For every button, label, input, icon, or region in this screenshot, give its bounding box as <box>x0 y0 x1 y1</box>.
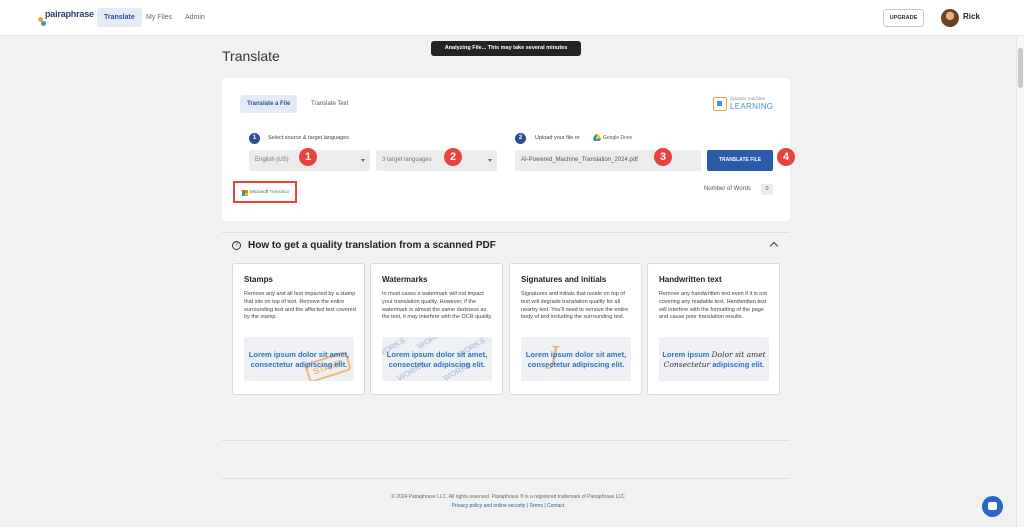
source-language-value: English (US) <box>255 157 289 163</box>
chevron-down-icon <box>361 159 365 162</box>
tip-card-handwritten: Handwritten text Remove any handwritten … <box>647 263 780 395</box>
footer-links[interactable]: Privacy policy and online security | Ter… <box>0 503 1016 509</box>
logo-text: pairaphrase <box>45 9 94 19</box>
tip-title: Watermarks <box>382 275 428 284</box>
upgrade-button[interactable]: UPGRADE <box>883 9 924 27</box>
uploaded-file-field[interactable]: AI-Powered_Machine_Translation_2024.pdf <box>515 150 701 171</box>
handwritten-line-2: Consectetur adipiscing elit. <box>659 360 769 370</box>
annotation-badge-1: 1 <box>299 148 317 166</box>
provider-product: Translator <box>269 189 290 194</box>
sample-text: Lorem ipsum Dolor sit amet Consectetur a… <box>659 350 769 369</box>
tip-title: Stamps <box>244 275 273 284</box>
dynamic-machine-learning-logo: dynamic machine LEARNING <box>713 96 779 114</box>
target-languages-select[interactable]: 3 target languages <box>376 150 497 171</box>
scroll-thumb[interactable] <box>1018 48 1023 88</box>
tip-body: Remove any and all text impacted by a st… <box>244 291 356 321</box>
annotation-badge-2: 2 <box>444 148 462 166</box>
provider-name: Microsoft <box>250 189 269 194</box>
user-avatar[interactable] <box>941 9 959 27</box>
hw-print-text: Lorem ipsum <box>662 350 710 359</box>
step-1-label: Select source & target languages <box>268 135 350 141</box>
help-circle-icon: ? <box>232 241 241 250</box>
footer-copyright: © 2024 Pairaphrase LLC. All rights reser… <box>391 494 625 500</box>
tip-body: Signatures and initials that reside on t… <box>521 291 629 321</box>
dml-logo-small-text: dynamic machine <box>730 96 766 101</box>
sample-text: Lorem ipsum dolor sit amet, consectetur … <box>244 350 354 369</box>
microsoft-translator-label: Microsoft Translator <box>250 189 290 194</box>
step-1-indicator: 1 <box>249 133 260 144</box>
hw-script-text: Consectetur <box>663 359 711 369</box>
sample-text: Lorem ipsum dolor sit amet, consectetur … <box>521 350 631 369</box>
microsoft-translator-highlight: Microsoft Translator <box>233 181 297 203</box>
dml-logo-big-text: LEARNING <box>730 102 774 111</box>
tip-card-signatures: Signatures and initials Signatures and i… <box>509 263 642 395</box>
hw-print-text: adipiscing elit. <box>712 359 765 369</box>
tip-body: Remove any handwritten text even if it i… <box>659 291 767 321</box>
google-drive-icon[interactable] <box>593 134 601 141</box>
sample-line-2: consectetur adipiscing elit. <box>250 359 348 369</box>
handwritten-line-1: Lorem ipsum Dolor sit amet <box>659 350 769 360</box>
dml-logo-icon <box>713 97 727 111</box>
step-2-label: Upload your file or <box>535 135 580 141</box>
google-drive-link[interactable]: Google Drive <box>603 135 632 141</box>
annotation-badge-3: 3 <box>654 148 672 166</box>
hw-script-text: Dolor sit amet <box>711 350 766 359</box>
watermark-sample-image: WORKS WORKS WORKS WORKS WORKS Lorem ipsu… <box>382 337 492 381</box>
word-count-value: 0 <box>761 184 773 195</box>
translate-card: Translate a File Translate Text dynamic … <box>222 78 795 221</box>
page-title: Translate <box>222 48 280 64</box>
tip-card-watermarks: Watermarks In most cases a watermark wil… <box>370 263 503 395</box>
sample-line-1: Lorem ipsum dolor sit amet, <box>525 350 627 359</box>
sample-line-1: Lorem ipsum dolor sit amet, <box>248 350 350 359</box>
watermark-overlay: WORKS <box>415 337 447 352</box>
section-divider-bottom <box>222 440 790 441</box>
sample-line-1: Lorem ipsum dolor sit amet, <box>386 350 488 359</box>
translate-file-button[interactable]: TRANSLATE FILE <box>707 150 773 171</box>
chevron-down-icon <box>488 159 492 162</box>
step-2-indicator: 2 <box>515 133 526 144</box>
handwritten-sample-image: Lorem ipsum Dolor sit amet Consectetur a… <box>659 337 769 381</box>
nav-my-files[interactable]: My Files <box>146 8 172 27</box>
signature-sample-image: J Lorem ipsum dolor sit amet, consectetu… <box>521 337 631 381</box>
sample-line-2: consectetur adipiscing elit. <box>388 359 486 369</box>
footer-divider <box>222 478 790 479</box>
chat-support-button[interactable] <box>982 496 1003 517</box>
collapse-chevron-up-icon[interactable] <box>769 241 779 251</box>
microsoft-logo-icon <box>242 190 248 196</box>
tip-body: In most cases a watermark will not impac… <box>382 291 493 321</box>
nav-translate[interactable]: Translate <box>97 8 142 27</box>
tab-translate-file[interactable]: Translate a File <box>240 95 298 113</box>
tip-title: Handwritten text <box>659 275 722 284</box>
section-divider-top <box>222 232 790 233</box>
sample-text: Lorem ipsum dolor sit amet, consectetur … <box>382 350 492 369</box>
analyzing-toast: Analyzing File... This may take several … <box>431 41 581 56</box>
tab-translate-text[interactable]: Translate Text <box>311 95 348 113</box>
tip-card-stamps: Stamps Remove any and all text impacted … <box>232 263 365 395</box>
annotation-badge-4: 4 <box>777 148 795 166</box>
pairaphrase-logo[interactable]: pairaphrase <box>38 9 94 27</box>
sample-line-2: consectetur adipiscing elit. <box>527 359 625 369</box>
stamp-sample-image: STAMP Lorem ipsum dolor sit amet, consec… <box>244 337 354 381</box>
user-name[interactable]: Rick <box>963 12 980 21</box>
tip-title: Signatures and initials <box>521 275 607 284</box>
howto-title[interactable]: How to get a quality translation from a … <box>248 240 496 251</box>
logo-dot-blue <box>41 21 46 26</box>
word-count-label: Number of Words <box>704 186 751 192</box>
top-nav-bar: pairaphrase Translate My Files Admin UPG… <box>0 0 1024 36</box>
target-languages-value: 3 target languages <box>382 157 432 163</box>
page-scrollbar[interactable] <box>1016 36 1024 527</box>
nav-admin[interactable]: Admin <box>185 8 205 27</box>
